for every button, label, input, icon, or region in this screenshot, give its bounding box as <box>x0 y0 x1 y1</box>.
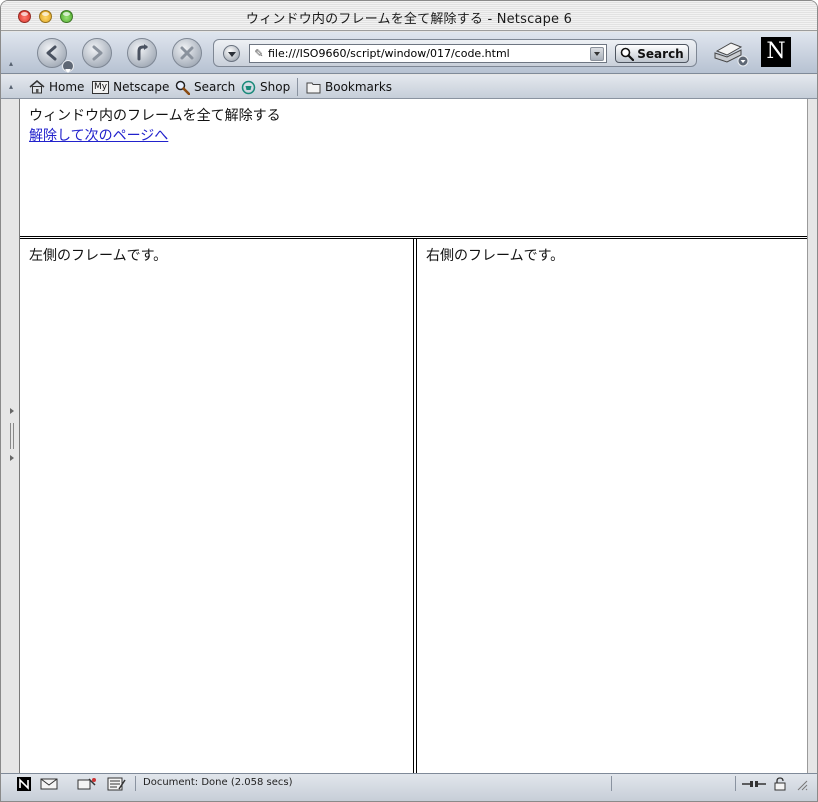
my-netscape-label: Netscape <box>113 80 170 94</box>
toolbar-collapse-grip-icon[interactable]: ▴ <box>9 60 17 68</box>
window-right-edge <box>807 99 817 774</box>
print-button[interactable] <box>711 37 751 69</box>
navigation-toolbar: ▴ ✎ file:///ISO9660/script/window/017/co… <box>1 32 817 74</box>
left-frame: 左側のフレームです。 <box>20 239 413 774</box>
url-history-button[interactable] <box>223 45 240 62</box>
back-arrow-icon <box>46 45 57 61</box>
forward-button[interactable] <box>82 38 112 68</box>
home-icon <box>29 80 45 94</box>
forward-arrow-icon <box>92 45 103 61</box>
my-netscape-link[interactable]: My Netscape <box>92 79 169 95</box>
reload-icon <box>137 44 148 61</box>
top-frame-heading: ウィンドウ内のフレームを全て解除する <box>29 108 281 124</box>
online-connection-icon[interactable] <box>741 777 767 791</box>
resize-grip-icon[interactable] <box>794 777 808 791</box>
composer-icon[interactable] <box>107 777 127 791</box>
window-title: ウィンドウ内のフレームを全て解除する - Netscape 6 <box>245 12 573 27</box>
url-bar: ✎ Search <box>213 39 697 67</box>
bookmarks-folder-icon <box>306 82 321 93</box>
bookmarks-button[interactable]: Bookmarks <box>306 79 392 95</box>
release-frames-link[interactable]: 解除して次のページへ <box>29 128 168 144</box>
bookmarks-label: Bookmarks <box>325 80 393 94</box>
status-divider <box>735 776 736 791</box>
security-lock-icon[interactable] <box>773 777 787 791</box>
search-link[interactable]: Search <box>175 79 235 95</box>
personal-toolbar: ▴ Home My Netscape Search Shop Bookmarks <box>1 75 817 99</box>
status-bar: Document: Done (2.058 secs) <box>1 773 817 801</box>
url-field[interactable]: ✎ <box>249 44 607 63</box>
home-link[interactable]: Home <box>29 79 84 95</box>
netscape-throbber-logo[interactable]: N <box>761 37 791 67</box>
url-dropdown-button[interactable] <box>590 46 604 61</box>
shop-icon <box>241 80 256 94</box>
my-netscape-icon: My <box>92 80 110 94</box>
stop-icon <box>180 46 194 60</box>
reload-button[interactable] <box>127 38 157 68</box>
search-button-label: Search <box>637 46 684 61</box>
search-button[interactable]: Search <box>615 44 689 63</box>
right-frame: 右側のフレームです。 <box>417 239 809 774</box>
search-link-label: Search <box>194 80 236 94</box>
content-area: ウィンドウ内のフレームを全て解除する 解除して次のページへ 左側のフレームです。… <box>19 99 808 774</box>
shop-link[interactable]: Shop <box>241 79 290 95</box>
back-history-dropdown[interactable] <box>62 60 74 73</box>
toolbar-separator <box>297 78 298 96</box>
sidebar-toggle-icon <box>10 408 14 461</box>
status-divider <box>135 776 136 791</box>
right-frame-text: 右側のフレームです。 <box>426 248 565 264</box>
printer-icon <box>714 42 749 67</box>
personal-toolbar-grip-icon[interactable]: ▴ <box>9 83 17 91</box>
page-proxy-icon[interactable]: ✎ <box>252 47 266 60</box>
left-frame-text: 左側のフレームです。 <box>29 248 168 264</box>
magnifier-icon <box>620 47 635 61</box>
status-text: Document: Done (2.058 secs) <box>143 777 293 788</box>
browser-window: ウィンドウ内のフレームを全て解除する - Netscape 6 ▴ ✎ file… <box>0 0 818 802</box>
netscape-n-icon[interactable] <box>17 777 31 791</box>
home-label: Home <box>49 80 85 94</box>
sidebar-grip[interactable] <box>9 403 15 463</box>
mail-icon[interactable] <box>40 777 58 791</box>
top-frame: ウィンドウ内のフレームを全て解除する 解除して次のページへ <box>20 99 808 236</box>
status-divider <box>611 776 612 791</box>
magnifier-icon <box>175 80 190 95</box>
title-bar[interactable]: ウィンドウ内のフレームを全て解除する - Netscape 6 <box>1 1 817 31</box>
url-input[interactable] <box>266 45 590 62</box>
shop-label: Shop <box>260 80 291 94</box>
stop-button[interactable] <box>172 38 202 68</box>
instant-messenger-icon[interactable] <box>77 777 97 791</box>
